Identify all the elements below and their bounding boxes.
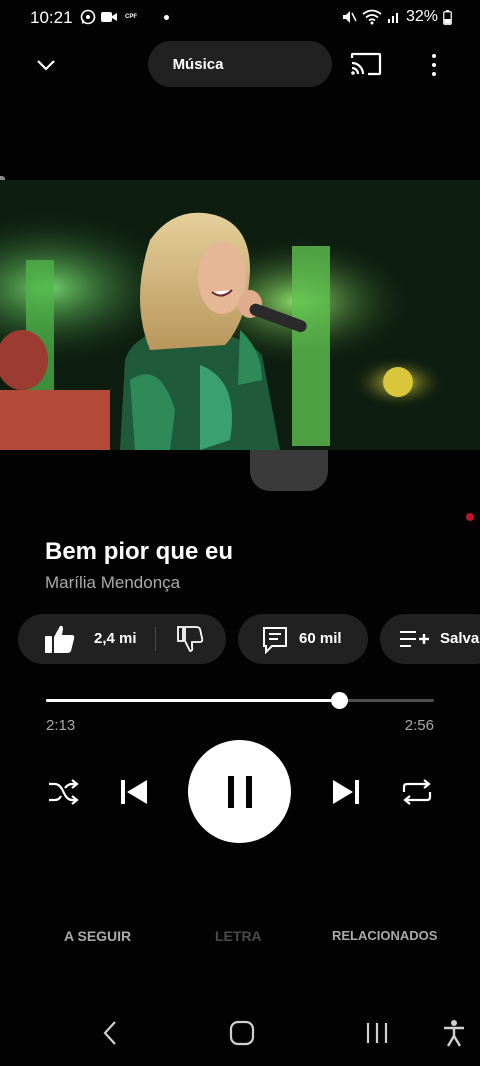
seek-bar[interactable]	[46, 692, 434, 709]
nav-accessibility-button[interactable]	[434, 1016, 474, 1050]
repeat-icon	[402, 779, 432, 805]
cast-button[interactable]	[350, 52, 384, 78]
comment-icon	[262, 626, 288, 659]
skip-previous-icon	[121, 780, 147, 804]
status-notification-icons: CPF	[80, 9, 169, 25]
nav-home-button[interactable]	[222, 1016, 262, 1050]
playlist-add-icon	[400, 628, 430, 655]
thumb-down-icon	[176, 626, 204, 657]
cast-icon	[350, 52, 382, 76]
more-options-button[interactable]	[420, 50, 448, 80]
battery-percent: 32%	[405, 8, 438, 25]
player-top-bar: Música Vídeo	[0, 40, 480, 491]
comments-count: 60 mil	[299, 630, 342, 647]
collapse-player-button[interactable]	[28, 52, 64, 78]
accessibility-icon	[444, 1020, 464, 1047]
wifi-icon	[362, 9, 382, 25]
signal-icon	[387, 10, 401, 24]
whatsapp-icon	[80, 9, 96, 25]
track-artist[interactable]: Marília Mendonça	[45, 573, 180, 593]
status-time: 10:21	[30, 8, 73, 27]
more-vert-icon	[432, 54, 436, 58]
comments-chip[interactable]: 60 mil	[238, 614, 368, 664]
music-video-toggle: Música Vídeo	[148, 41, 332, 491]
seek-bar-thumb[interactable]	[331, 692, 349, 709]
save-label: Salvar	[440, 630, 480, 647]
live-indicator-dot	[466, 513, 474, 521]
video-player[interactable]	[0, 180, 480, 450]
current-time: 2:13	[46, 717, 76, 734]
video-frame-image	[0, 180, 480, 450]
repeat-button[interactable]	[398, 774, 436, 810]
save-chip[interactable]: Salvar	[380, 614, 480, 664]
like-dislike-chip: 2,4 mi	[18, 614, 226, 664]
total-time: 2:56	[404, 717, 434, 734]
mute-icon	[341, 9, 357, 25]
player-tabs: A SEGUIR LETRA RELACIONADOS	[0, 920, 480, 952]
seek-bar-progress	[46, 699, 340, 702]
shuffle-button[interactable]	[44, 774, 82, 810]
pause-icon	[227, 775, 252, 808]
pause-button[interactable]	[188, 740, 291, 843]
nav-back-button[interactable]	[90, 1016, 130, 1050]
nav-recents-button[interactable]	[357, 1016, 397, 1050]
home-icon	[229, 1020, 255, 1046]
like-count: 2,4 mi	[94, 630, 137, 647]
status-bar: 10:21 CPF 32%	[0, 0, 480, 36]
like-button[interactable]: 2,4 mi	[18, 614, 155, 664]
recents-icon	[366, 1023, 388, 1043]
system-nav-bar	[0, 1008, 480, 1058]
thumb-up-icon	[44, 624, 76, 659]
back-icon	[103, 1021, 116, 1045]
battery-icon	[443, 9, 452, 25]
status-system-icons: 32%	[341, 8, 452, 26]
tab-related[interactable]: RELACIONADOS	[332, 928, 437, 943]
cpf-badge-icon: CPF	[122, 14, 140, 20]
toggle-musica[interactable]: Música	[152, 44, 244, 84]
tab-up-next[interactable]: A SEGUIR	[64, 928, 131, 944]
previous-button[interactable]	[114, 774, 154, 810]
video-camera-icon	[100, 10, 118, 24]
dislike-button[interactable]	[156, 614, 226, 664]
cpf-badge-text: CPF	[125, 14, 137, 20]
shuffle-icon	[49, 779, 79, 805]
skip-next-icon	[333, 780, 359, 804]
notification-dot-icon	[164, 14, 169, 20]
tab-lyrics[interactable]: LETRA	[215, 928, 262, 944]
track-title: Bem pior que eu	[45, 538, 234, 565]
action-chips: 2,4 mi 60 mil Salvar	[18, 614, 480, 664]
chevron-down-icon	[37, 60, 55, 71]
next-button[interactable]	[326, 774, 366, 810]
